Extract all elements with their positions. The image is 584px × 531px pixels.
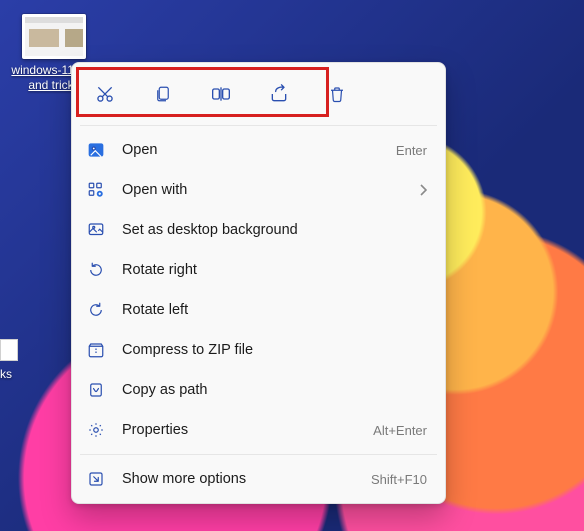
menu-item-shortcut: Shift+F10: [371, 472, 427, 487]
more-options-icon: [86, 469, 106, 489]
menu-item-shortcut: Enter: [396, 143, 427, 158]
menu-item-label: Set as desktop background: [122, 222, 427, 238]
cut-button[interactable]: [88, 77, 122, 111]
desktop-file-icon-partial[interactable]: [0, 339, 18, 361]
separator: [80, 125, 437, 126]
menu-item-label: Rotate left: [122, 302, 427, 318]
menu-item-show-more-options[interactable]: Show more options Shift+F10: [72, 459, 445, 499]
share-icon: [269, 84, 289, 104]
menu-item-label: Compress to ZIP file: [122, 342, 427, 358]
scissors-icon: [95, 84, 115, 104]
menu-item-label: Show more options: [122, 471, 355, 487]
rename-icon: [210, 84, 232, 104]
menu-item-label: Open: [122, 142, 380, 158]
menu-item-label: Properties: [122, 422, 357, 438]
menu-item-open-with[interactable]: Open with: [72, 170, 445, 210]
trash-icon: [328, 84, 346, 104]
rotate-left-icon: [86, 300, 106, 320]
menu-item-label: Copy as path: [122, 382, 427, 398]
menu-item-rotate-left[interactable]: Rotate left: [72, 290, 445, 330]
rename-button[interactable]: [204, 77, 238, 111]
open-with-icon: [86, 180, 106, 200]
menu-item-label: Rotate right: [122, 262, 427, 278]
menu-item-open[interactable]: Open Enter: [72, 130, 445, 170]
file-thumbnail: [22, 14, 86, 59]
zip-icon: [86, 340, 106, 360]
delete-button[interactable]: [320, 77, 354, 111]
copy-button[interactable]: [146, 77, 180, 111]
context-menu: Open Enter Open with Set as desktop back: [71, 62, 446, 504]
menu-item-rotate-right[interactable]: Rotate right: [72, 250, 445, 290]
chevron-right-icon: [419, 184, 427, 196]
menu-item-copy-as-path[interactable]: Copy as path: [72, 370, 445, 410]
properties-icon: [86, 420, 106, 440]
desktop-file-label-partial: ks: [0, 367, 12, 381]
image-icon: [86, 140, 106, 160]
share-button[interactable]: [262, 77, 296, 111]
menu-item-label: Open with: [122, 182, 403, 198]
rotate-right-icon: [86, 260, 106, 280]
separator: [80, 454, 437, 455]
menu-item-shortcut: Alt+Enter: [373, 423, 427, 438]
menu-item-compress-zip[interactable]: Compress to ZIP file: [72, 330, 445, 370]
wallpaper-icon: [86, 220, 106, 240]
menu-item-set-background[interactable]: Set as desktop background: [72, 210, 445, 250]
copy-path-icon: [86, 380, 106, 400]
menu-item-properties[interactable]: Properties Alt+Enter: [72, 410, 445, 450]
quick-action-row: [72, 69, 445, 121]
copy-icon: [154, 84, 172, 104]
